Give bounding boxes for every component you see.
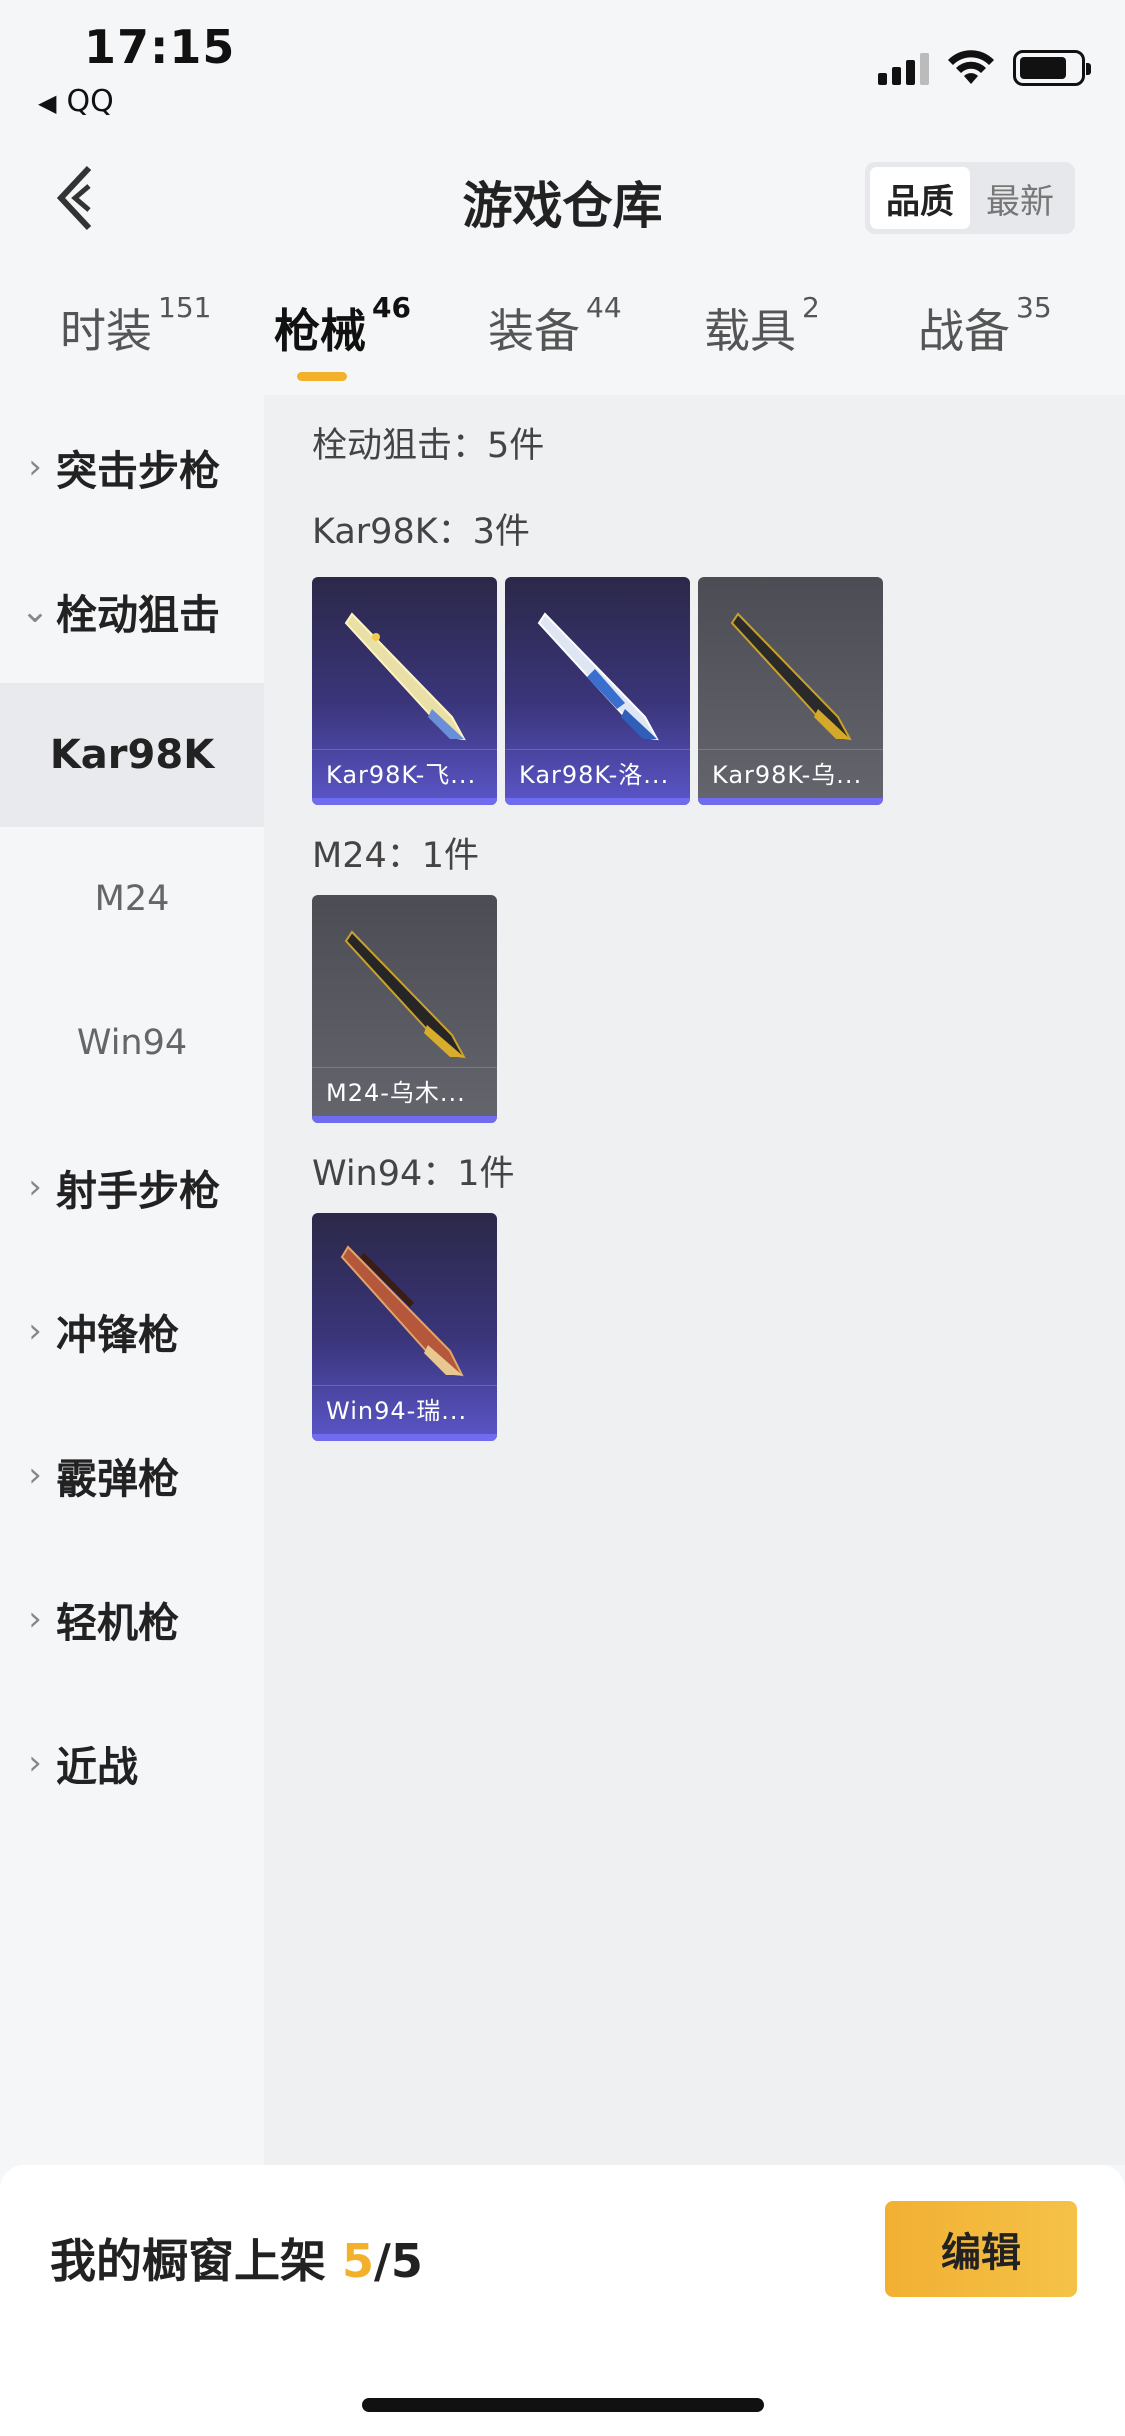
sidebar: › 突击步枪 ⌄ 栓动狙击 Kar98K M24 Win94 › 射手步枪 › 冲锋枪 … [0,395,264,2165]
category-tabs: 时装 151 枪械 46 装备 44 载具 2 战备 35 [0,275,1125,395]
rifle-icon [340,1245,464,1377]
chevron-right-icon: › [28,447,42,487]
sidebar-category-label: 近战 [56,1743,138,1791]
sidebar-category-dmr[interactable]: › 射手步枪 [0,1115,264,1259]
tab-outfits[interactable]: 时装 151 [60,291,211,361]
shelf-count: 5 [342,2234,375,2288]
bottom-shelf-panel: 我的橱窗上架 5/5 编辑 [0,2165,1125,2436]
tab-label: 战备 [918,304,1010,358]
tab-count: 44 [586,291,622,324]
rifle-icon [730,612,852,741]
sidebar-category-label: 突击步枪 [56,447,220,495]
shelf-status: 我的橱窗上架 5/5 [50,2225,423,2291]
sort-option-quality[interactable]: 品质 [870,167,970,229]
sidebar-item-win94[interactable]: Win94 [0,971,264,1115]
tab-vehicles[interactable]: 载具 2 [704,291,820,361]
header: 游戏仓库 品质 最新 [0,130,1125,265]
chevron-right-icon: › [28,1599,42,1639]
tab-supplies[interactable]: 战备 35 [918,291,1052,361]
sidebar-category-label: 冲锋枪 [56,1311,179,1359]
chevron-right-icon: › [28,1743,42,1783]
chevron-down-icon: ⌄ [20,591,50,631]
return-app-label: QQ [66,84,114,119]
tab-label: 时装 [60,304,152,358]
back-triangle-icon: ◀ [38,89,57,117]
sidebar-category-bolt-sniper[interactable]: ⌄ 栓动狙击 [0,539,264,683]
rarity-bar [312,798,497,805]
item-card[interactable]: Kar98K-乌... [698,577,883,805]
rarity-bar [505,798,690,805]
item-grid-panel: 栓动狙击：5件 Kar98K：3件 Kar98K-飞... Kar98K-洛..… [264,395,1125,2165]
wifi-icon [948,50,994,84]
battery-icon [1013,50,1091,86]
status-bar: 17:15 ◀ QQ [0,0,1125,130]
sidebar-item-kar98k[interactable]: Kar98K [0,683,264,827]
tab-count: 2 [802,291,820,324]
edit-button[interactable]: 编辑 [885,2201,1077,2297]
chevron-right-icon: › [28,1455,42,1495]
active-tab-indicator [297,372,347,381]
chevron-right-icon: › [28,1167,42,1207]
item-card[interactable]: M24-乌木... [312,895,497,1123]
shelf-label: 我的橱窗上架 [50,2234,343,2288]
section-title: 栓动狙击：5件 [312,426,545,466]
tab-count: 151 [158,291,212,324]
tab-equipment[interactable]: 装备 44 [488,291,622,361]
item-card[interactable]: Win94-瑞... [312,1213,497,1441]
tab-count: 46 [372,291,411,324]
group-title-m24: M24：1件 [312,836,480,876]
rifle-icon [537,612,659,741]
sidebar-category-label: 射手步枪 [56,1167,220,1215]
rifle-icon [344,930,466,1059]
sidebar-category-label: 轻机枪 [56,1599,179,1647]
home-indicator[interactable] [362,2398,764,2412]
return-to-app-link[interactable]: ◀ QQ [38,84,114,119]
sidebar-category-label: 霰弹枪 [56,1455,179,1503]
cellular-signal-icon [878,51,929,85]
chevron-right-icon: › [28,1311,42,1351]
item-name: M24-乌木... [312,1067,497,1113]
tab-label: 载具 [704,304,796,358]
rarity-bar [698,798,883,805]
item-card[interactable]: Kar98K-洛... [505,577,690,805]
rarity-bar [312,1434,497,1441]
tab-label: 枪械 [274,304,366,358]
sort-option-newest[interactable]: 最新 [970,167,1070,229]
sidebar-category-shotgun[interactable]: › 霰弹枪 [0,1403,264,1547]
sidebar-category-melee[interactable]: › 近战 [0,1691,264,1835]
item-name: Kar98K-飞... [312,749,497,795]
tab-label: 装备 [488,304,580,358]
status-icons [878,50,1091,86]
shelf-total: /5 [374,2234,423,2288]
tab-count: 35 [1016,291,1052,324]
sidebar-category-smg[interactable]: › 冲锋枪 [0,1259,264,1403]
rifle-icon [344,612,466,741]
status-time: 17:15 [84,20,236,74]
item-name: Kar98K-乌... [698,749,883,795]
item-name: Kar98K-洛... [505,749,690,795]
group-title-kar98k: Kar98K：3件 [312,512,530,552]
sidebar-category-lmg[interactable]: › 轻机枪 [0,1547,264,1691]
sidebar-category-label: 栓动狙击 [56,591,220,639]
tab-guns[interactable]: 枪械 46 [274,291,411,361]
item-card[interactable]: Kar98K-飞... [312,577,497,805]
item-name: Win94-瑞... [312,1385,497,1431]
group-title-win94: Win94：1件 [312,1154,515,1194]
rarity-bar [312,1116,497,1123]
sidebar-item-m24[interactable]: M24 [0,827,264,971]
sort-toggle: 品质 最新 [865,162,1075,234]
sidebar-category-assault-rifle[interactable]: › 突击步枪 [0,395,264,539]
